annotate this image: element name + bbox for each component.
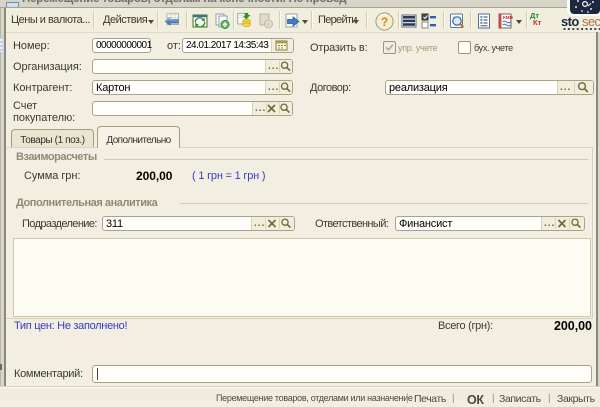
svg-text:sto: sto xyxy=(561,14,579,29)
svg-text:КМВ: КМВ xyxy=(503,15,513,20)
svg-text:?: ? xyxy=(381,15,388,29)
svg-text:sec: sec xyxy=(582,14,600,29)
